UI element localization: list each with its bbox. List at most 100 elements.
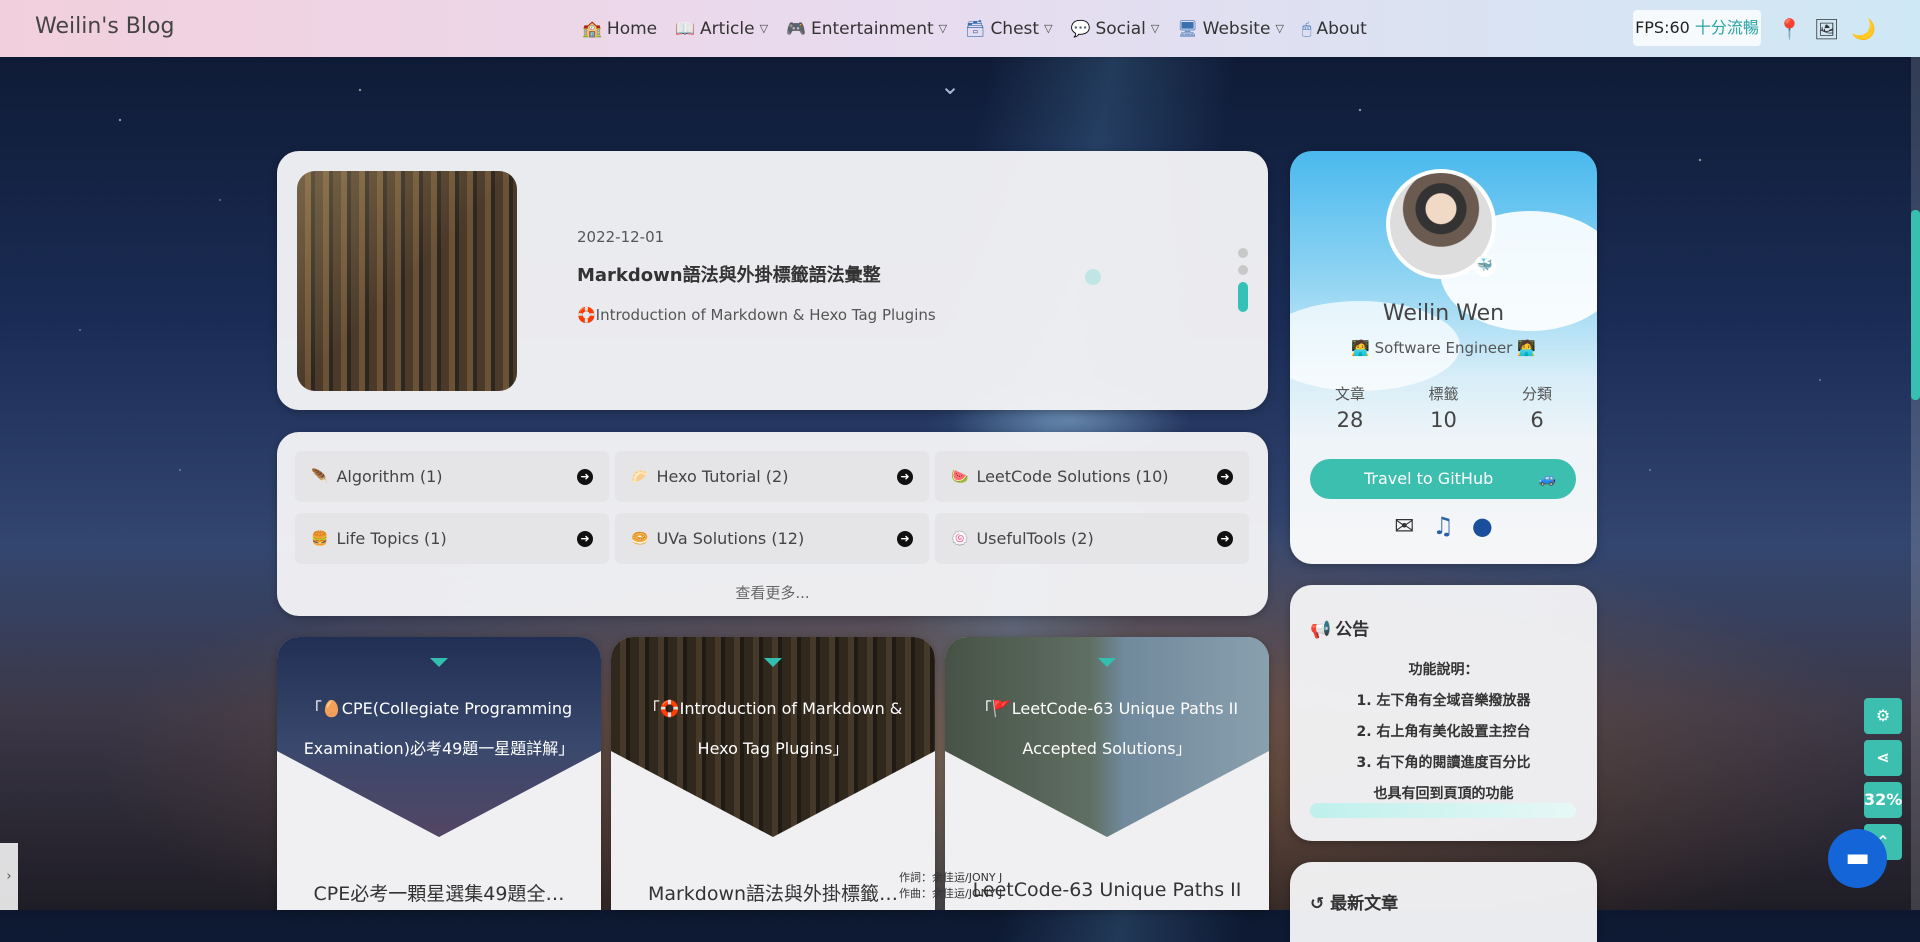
post-title[interactable]: LeetCode-63 Unique Paths II <box>965 879 1249 901</box>
music-player-toggle[interactable]: › <box>0 843 18 910</box>
stat-value: 28 <box>1336 408 1364 432</box>
stat-categories[interactable]: 分類 6 <box>1497 383 1577 432</box>
scrollbar-thumb[interactable] <box>1911 210 1920 400</box>
post-card[interactable]: 「🛟Introduction of Markdown & Hexo Tag Pl… <box>611 637 935 910</box>
arrow-right-icon: ➜ <box>577 468 593 485</box>
profile-card: 🐳 Weilin Wen 🧑‍💻 Software Engineer 🧑‍💻 文… <box>1290 151 1597 564</box>
music-note-icon[interactable]: ♫ <box>1432 512 1454 540</box>
chest-icon: 🗃 <box>965 19 986 38</box>
nav-social-label: Social <box>1095 18 1146 39</box>
category-label: UVa Solutions (12) <box>656 529 805 548</box>
announcement-line: 1. 左下角有全域音樂撥放器 <box>1356 693 1531 709</box>
category-label: LeetCode Solutions (10) <box>976 467 1169 486</box>
decorative-dot <box>1085 269 1101 285</box>
arrow-right-icon: ➜ <box>1217 468 1233 485</box>
stat-articles[interactable]: 文章 28 <box>1310 383 1390 432</box>
nav-chest[interactable]: 🗃 Chest ▽ <box>965 19 1052 39</box>
wallpaper-icon[interactable]: 🖼 <box>1814 17 1839 41</box>
featured-post-subtitle: 🛟Introduction of Markdown & Hexo Tag Plu… <box>577 306 936 324</box>
announcement-card: 📢 公告 功能說明： 1. 左下角有全域音樂撥放器 2. 右上角有美化設置主控台 … <box>1290 585 1597 841</box>
post-title[interactable]: CPE必考一顆星選集49題全… <box>297 879 581 906</box>
category-algorithm[interactable]: 🪶 Algorithm (1) ➜ <box>295 451 609 502</box>
fps-meter: FPS:60 十分流暢 <box>1633 10 1761 46</box>
nav-home[interactable]: 🏫 Home <box>582 19 657 39</box>
reading-progress[interactable]: 32% <box>1864 782 1902 818</box>
post-overlay-title: 「🚩LeetCode-63 Unique Paths II Accepted S… <box>975 699 1239 758</box>
nav-tools: 📍 🖼 🌙 <box>1777 17 1876 41</box>
featured-post-title[interactable]: Markdown語法與外掛標籤語法彙整 <box>577 261 881 287</box>
carousel-dot[interactable] <box>1238 265 1248 275</box>
categories-more-link[interactable]: 查看更多... <box>277 582 1268 603</box>
chevron-down-icon: ▽ <box>1150 22 1160 35</box>
email-icon[interactable]: ✉ <box>1394 512 1414 540</box>
settings-gear-icon[interactable]: ⚙ <box>1864 698 1902 734</box>
bagel-icon: 🥯 <box>631 530 649 547</box>
moon-icon[interactable]: 🌙 <box>1851 17 1876 41</box>
announcement-line: 3. 右下角的閱讀進度百分比 <box>1356 755 1531 771</box>
arrow-right-icon: ➜ <box>1217 530 1233 547</box>
book-icon: 📖 <box>675 19 696 38</box>
social-links: ✉ ♫ ● <box>1290 512 1597 540</box>
announcement-body: 功能說明： 1. 左下角有全域音樂撥放器 2. 右上角有美化設置主控台 3. 右… <box>1290 655 1597 810</box>
nav-chest-label: Chest <box>990 18 1040 39</box>
nav-article[interactable]: 📖 Article ▽ <box>675 19 768 39</box>
category-grid: 🪶 Algorithm (1) ➜ 🥟 Hexo Tutorial (2) ➜ … <box>295 451 1252 564</box>
chevron-down-icon: ▽ <box>759 22 769 35</box>
announcement-heading: 📢 公告 <box>1310 615 1369 640</box>
watermelon-icon: 🍉 <box>951 468 969 485</box>
nav-entertainment-label: Entertainment <box>810 18 934 39</box>
post-overlay-title: 「🛟Introduction of Markdown & Hexo Tag Pl… <box>643 699 903 758</box>
site-brand[interactable]: Weilin's Blog <box>35 14 174 39</box>
stat-label: 分類 <box>1521 385 1552 403</box>
cursor-icon: 🖱 <box>1301 18 1312 38</box>
featured-post-card[interactable]: 2022-12-01 Markdown語法與外掛標籤語法彙整 🛟Introduc… <box>277 151 1268 410</box>
lyrics-line: 作曲：余佳运/JONY J <box>899 887 1003 900</box>
fps-label: FPS:60 <box>1635 18 1690 37</box>
scroll-down-icon[interactable]: ⌄ <box>940 72 960 100</box>
history-icon: ↺ <box>1310 894 1325 914</box>
category-usefultools[interactable]: 🍥 UsefulTools (2) ➜ <box>935 513 1249 564</box>
post-title[interactable]: Markdown語法與外掛標籤… <box>631 879 915 906</box>
feather-icon: 🪶 <box>311 468 329 485</box>
category-leetcode[interactable]: 🍉 LeetCode Solutions (10) ➜ <box>935 451 1249 502</box>
nav-social[interactable]: 💬 Social ▽ <box>1071 19 1160 39</box>
megaphone-icon: 📢 <box>1310 620 1332 640</box>
triangle-down-icon <box>764 658 782 667</box>
school-icon: 🏫 <box>582 19 602 38</box>
post-card[interactable]: 「🥚CPE(Collegiate Programming Examination… <box>277 637 601 910</box>
announcement-line: 2. 右上角有美化設置主控台 <box>1356 724 1531 740</box>
chevron-down-icon: ▽ <box>1275 22 1284 35</box>
carousel-dot[interactable] <box>1238 248 1248 258</box>
category-label: UsefulTools (2) <box>976 529 1094 548</box>
recent-posts-card: ↺ 最新文章 <box>1290 862 1597 942</box>
nav-about[interactable]: 🖱 About <box>1302 19 1367 39</box>
location-heart-icon[interactable]: 📍 <box>1777 17 1802 41</box>
stat-value: 6 <box>1530 408 1544 432</box>
github-icon[interactable]: ● <box>1472 512 1493 540</box>
category-label: Algorithm (1) <box>336 467 443 486</box>
carousel-dot-active[interactable] <box>1238 282 1248 312</box>
category-hexo-tutorial[interactable]: 🥟 Hexo Tutorial (2) ➜ <box>615 451 929 502</box>
top-navbar: Weilin's Blog 🏫 Home 📖 Article ▽ 🎮 Enter… <box>0 0 1920 57</box>
whale-badge-icon: 🐳 <box>1474 255 1496 277</box>
category-life-topics[interactable]: 🍔 Life Topics (1) ➜ <box>295 513 609 564</box>
category-uva[interactable]: 🥯 UVa Solutions (12) ➜ <box>615 513 929 564</box>
scrollbar-track[interactable] <box>1911 57 1920 910</box>
nav-home-label: Home <box>606 18 658 39</box>
nav-website[interactable]: 🖥 Website ▽ <box>1177 19 1284 39</box>
featured-post-image[interactable] <box>297 171 517 391</box>
lyrics-line: 作詞：余佳运/JONY J <box>899 871 1003 884</box>
featured-post-date: 2022-12-01 <box>577 228 665 246</box>
chat-widget-button[interactable]: ▬ <box>1828 829 1887 888</box>
profile-stats: 文章 28 標籤 10 分類 6 <box>1310 383 1577 432</box>
profile-name: Weilin Wen <box>1382 301 1505 326</box>
github-button-label: Travel to GitHub <box>1364 469 1494 488</box>
arrow-right-icon: ➜ <box>577 530 593 547</box>
post-overlay-title: 「🥚CPE(Collegiate Programming Examination… <box>303 699 575 758</box>
stat-label: 標籤 <box>1428 385 1459 403</box>
monitor-icon: 🖥 <box>1177 19 1198 38</box>
github-button[interactable]: Travel to GitHub 🚙 <box>1310 459 1576 499</box>
stat-tags[interactable]: 標籤 10 <box>1404 383 1484 432</box>
share-icon[interactable]: ⋖ <box>1864 740 1902 776</box>
nav-entertainment[interactable]: 🎮 Entertainment ▽ <box>786 19 947 39</box>
